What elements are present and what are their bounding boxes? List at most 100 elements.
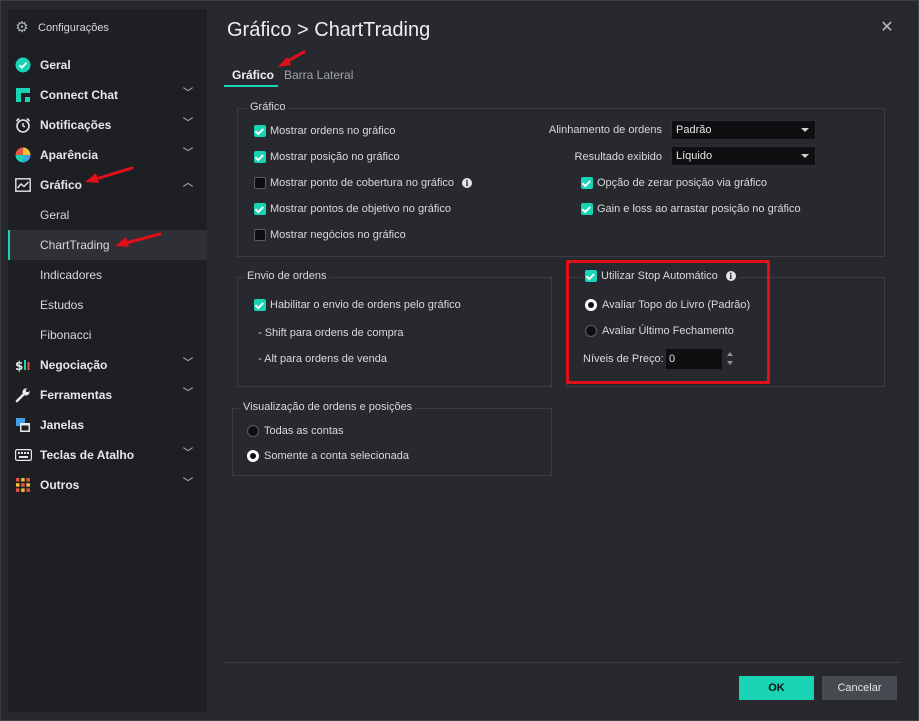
checkbox-mostrar-ordens[interactable]: Mostrar ordens no gráfico [254, 123, 395, 139]
checkbox[interactable] [254, 177, 266, 189]
close-icon[interactable]: ✕ [879, 20, 895, 36]
checkbox-label: Gain e loss ao arrastar posição no gráfi… [597, 203, 801, 215]
sidebar-item-ferramentas[interactable]: Ferramentas ﹀ [8, 380, 207, 410]
keyboard-icon [14, 446, 32, 464]
checkbox-mostrar-negocios[interactable]: Mostrar negócios no gráfico [254, 227, 406, 243]
checkbox[interactable] [254, 229, 266, 241]
tab-grafico[interactable]: Gráfico [232, 68, 274, 86]
sidebar-item-notificacoes[interactable]: Notificações ﹀ [8, 110, 207, 140]
checkbox[interactable] [581, 177, 593, 189]
sidebar-item-connect-chat[interactable]: Connect Chat ﹀ [8, 80, 207, 110]
radio-conta-selecionada[interactable]: Somente a conta selecionada [247, 448, 409, 464]
chevron-down-icon[interactable]: ﹀ [182, 358, 194, 370]
grafico-group-title: Gráfico [247, 101, 289, 113]
hint-alt-venda: - Alt para ordens de venda [258, 353, 388, 365]
sidebar-item-label: Ferramentas [40, 388, 113, 402]
sidebar-item-janelas[interactable]: Janelas [8, 410, 207, 440]
checkbox[interactable] [254, 299, 266, 311]
sidebar-subitem-charttrading[interactable]: ChartTrading [8, 230, 207, 260]
info-icon[interactable]: i [462, 178, 473, 188]
dropdown-arrow-icon [801, 154, 809, 158]
resultado-select[interactable]: Líquido [671, 146, 816, 166]
checkbox-label: Habilitar o envio de ordens pelo gráfico [270, 299, 461, 311]
alinhamento-select[interactable]: Padrão [671, 120, 816, 140]
chat-icon [14, 86, 32, 104]
checkbox[interactable] [581, 203, 593, 215]
hint-shift-compra: - Shift para ordens de compra [258, 327, 404, 339]
wrench-icon [14, 386, 32, 404]
chart-icon [14, 176, 32, 194]
chevron-down-icon[interactable]: ﹀ [182, 448, 194, 460]
sidebar-subitem-label: Geral [40, 208, 70, 222]
trade-icon: $ [14, 356, 32, 374]
checkbox-label: Mostrar ordens no gráfico [270, 125, 396, 137]
checkbox-label: Mostrar negócios no gráfico [270, 229, 406, 241]
sidebar-item-negociacao[interactable]: $ Negociação ﹀ [8, 350, 207, 380]
svg-text:$: $ [15, 359, 23, 373]
checkbox-gain-loss[interactable]: Gain e loss ao arrastar posição no gráfi… [581, 201, 801, 217]
chevron-down-icon[interactable]: ﹀ [182, 88, 194, 100]
checkbox[interactable] [254, 203, 266, 215]
sidebar-item-teclas-de-atalho[interactable]: Teclas de Atalho ﹀ [8, 440, 207, 470]
page-title: Gráfico > ChartTrading [227, 19, 431, 41]
sidebar-subitem-indicadores[interactable]: Indicadores [8, 260, 207, 290]
ok-button[interactable]: OK [739, 676, 814, 700]
sidebar-item-label: Negociação [40, 358, 108, 372]
sidebar-header: ⚙ Configurações [14, 19, 109, 37]
sidebar-item-geral[interactable]: Geral [8, 50, 207, 80]
grid-icon [14, 476, 32, 494]
windows-icon [14, 416, 32, 434]
envio-group-title: Envio de ordens [244, 270, 330, 282]
sidebar-item-outros[interactable]: Outros ﹀ [8, 470, 207, 500]
alinhamento-label: Alinhamento de ordens [548, 124, 662, 136]
sidebar-title: Configurações [38, 22, 109, 34]
checkbox-habilitar-envio[interactable]: Habilitar o envio de ordens pelo gráfico [254, 297, 461, 313]
sidebar-item-grafico[interactable]: Gráfico ︿ [8, 170, 207, 200]
sidebar-subitem-label: Fibonacci [40, 328, 92, 342]
chevron-down-icon[interactable]: ﹀ [182, 148, 194, 160]
radio-label: Somente a conta selecionada [264, 450, 409, 462]
sidebar-item-label: Connect Chat [40, 88, 118, 102]
chevron-up-icon[interactable]: ︿ [182, 178, 194, 190]
sidebar-subitem-label: ChartTrading [40, 238, 110, 252]
sidebar-item-aparencia[interactable]: Aparência ﹀ [8, 140, 207, 170]
checkbox-label: Mostrar posição no gráfico [270, 151, 400, 163]
resultado-label: Resultado exibido [574, 151, 662, 163]
sidebar-item-label: Aparência [40, 148, 99, 162]
active-tab-indicator [224, 85, 278, 87]
radio-label: Todas as contas [264, 425, 344, 437]
palette-icon [14, 146, 32, 164]
visualizacao-group-title: Visualização de ordens e posições [240, 401, 416, 413]
radio-todas-contas[interactable]: Todas as contas [247, 423, 344, 439]
sidebar-item-label: Notificações [40, 118, 112, 132]
chevron-down-icon[interactable]: ﹀ [182, 478, 194, 490]
sidebar-item-label: Outros [40, 478, 80, 492]
gear-icon: ⚙ [15, 19, 29, 36]
resultado-value: Líquido [676, 150, 713, 162]
checkbox-mostrar-pontos-objetivo[interactable]: Mostrar pontos de objetivo no gráfico [254, 201, 451, 217]
tab-barra-lateral[interactable]: Barra Lateral [284, 68, 353, 86]
check-circle-icon [14, 56, 32, 74]
sidebar-subitem-geral[interactable]: Geral [8, 200, 207, 230]
sidebar-item-label: Geral [40, 58, 71, 72]
checkbox-mostrar-ponto-cobertura[interactable]: Mostrar ponto de cobertura no gráfico i [254, 175, 473, 191]
checkbox-zerar-posicao[interactable]: Opção de zerar posição via gráfico [581, 175, 767, 191]
sidebar-subitem-fibonacci[interactable]: Fibonacci [8, 320, 207, 350]
sidebar-item-label: Janelas [40, 418, 85, 432]
sidebar-subitem-label: Estudos [40, 298, 84, 312]
checkbox[interactable] [254, 125, 266, 137]
cancel-button[interactable]: Cancelar [822, 676, 897, 700]
checkbox-mostrar-posicao[interactable]: Mostrar posição no gráfico [254, 149, 400, 165]
visualizacao-group [232, 408, 552, 476]
checkbox[interactable] [254, 151, 266, 163]
radio-button[interactable] [247, 425, 259, 437]
sidebar-subitem-estudos[interactable]: Estudos [8, 290, 207, 320]
checkbox-label: Mostrar pontos de objetivo no gráfico [270, 203, 451, 215]
chevron-down-icon[interactable]: ﹀ [182, 118, 194, 130]
dropdown-arrow-icon [801, 128, 809, 132]
alinhamento-value: Padrão [676, 124, 712, 136]
sidebar-item-label: Teclas de Atalho [40, 448, 135, 462]
radio-button[interactable] [247, 450, 259, 462]
chevron-down-icon[interactable]: ﹀ [182, 388, 194, 400]
sidebar: ⚙ Configurações Geral Connect Chat ﹀ Not… [8, 9, 207, 712]
